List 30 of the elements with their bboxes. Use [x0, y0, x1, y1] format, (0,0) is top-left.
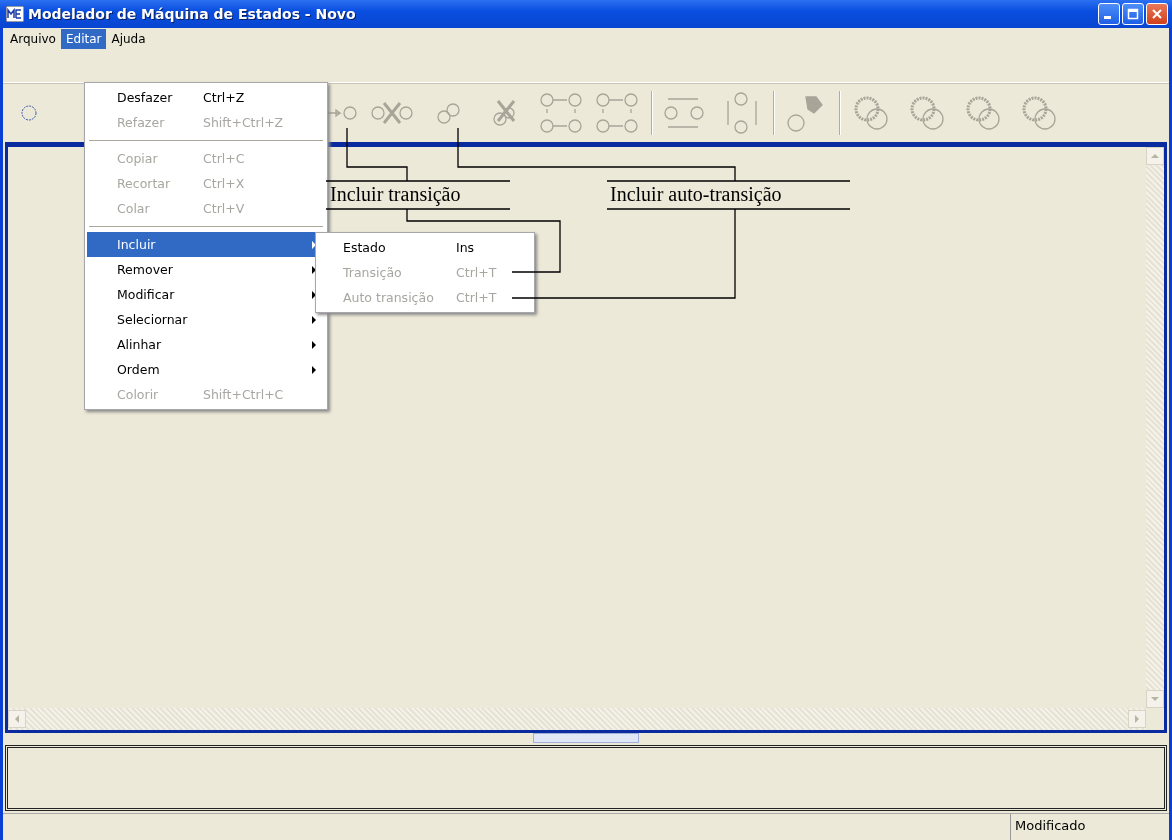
close-icon	[1151, 8, 1163, 20]
menu-item[interactable]: Arquivo	[5, 29, 61, 49]
submenu-arrow-icon	[312, 365, 317, 374]
scroll-right-icon[interactable]	[1128, 710, 1146, 728]
vertical-scrollbar[interactable]	[1146, 147, 1164, 708]
submenu-arrow-icon	[312, 315, 317, 324]
minimize-button[interactable]	[1098, 3, 1120, 25]
window-title: Modelador de Máquina de Estados - Novo	[28, 6, 356, 22]
submenu-arrow-icon	[312, 290, 317, 299]
status-text: Modificado	[1010, 814, 1169, 840]
maximize-button[interactable]	[1122, 3, 1144, 25]
submenu-arrow-icon	[312, 340, 317, 349]
menu-item[interactable]: Ordem	[87, 357, 325, 382]
horizontal-scrollbar[interactable]	[8, 708, 1146, 730]
annotation-label: Incluir transição	[330, 183, 461, 206]
submenu-arrow-icon	[312, 265, 317, 274]
maximize-icon	[1127, 8, 1139, 20]
scroll-up-icon[interactable]	[1146, 147, 1164, 165]
scroll-left-icon[interactable]	[8, 710, 26, 728]
splitter-handle[interactable]	[533, 733, 639, 743]
menu-item[interactable]: Alinhar	[87, 332, 325, 357]
scroll-down-icon[interactable]	[1146, 690, 1164, 708]
menu-item[interactable]: Desfazer Ctrl+Z	[87, 85, 325, 110]
annotation-label: Incluir auto-transição	[610, 183, 782, 206]
menu-item[interactable]: Seleciornar	[87, 307, 325, 332]
app-icon	[6, 6, 24, 22]
close-button[interactable]	[1146, 3, 1168, 25]
minimize-icon	[1104, 15, 1111, 19]
menu-item[interactable]: Editar	[60, 29, 107, 49]
menu-item[interactable]: Ajuda	[106, 29, 151, 49]
